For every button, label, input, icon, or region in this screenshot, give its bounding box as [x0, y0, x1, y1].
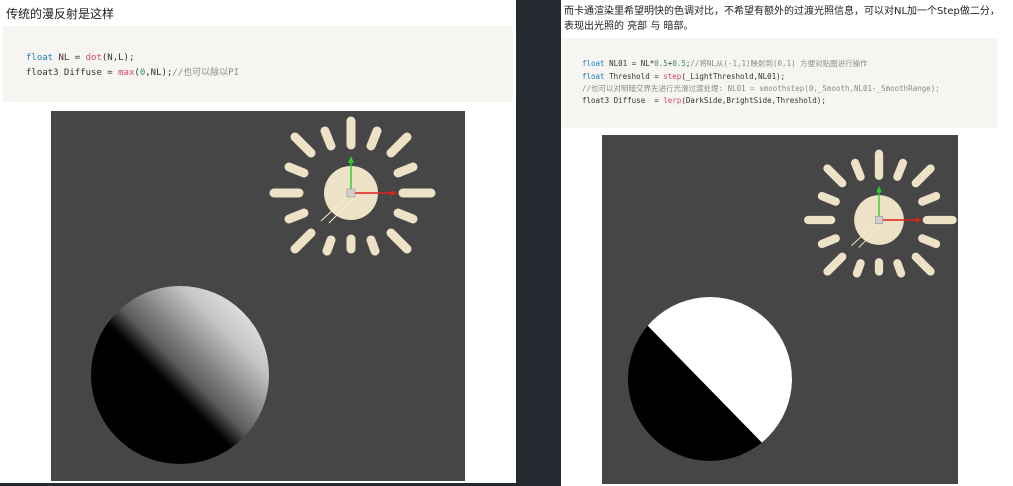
code-line: float3 Diffuse = lerp(DarkSide,BrightSid…	[582, 95, 826, 108]
code-comment: //将NL从(-1,1)映射到(0,1) 方便对贴图进行操作	[690, 59, 868, 68]
code-number: 0.5	[654, 59, 668, 68]
code-text: (_LightThreshold,NL01);	[681, 72, 786, 81]
code-comment: //也可以对明暗交界先进行光滑过渡处理: NL01 = smoothstep(0…	[582, 84, 940, 93]
toon-sphere[interactable]	[622, 285, 832, 465]
code-comment: //也可以除以PI	[172, 68, 240, 78]
code-function: dot	[85, 53, 102, 63]
code-text: (DarkSide,BrightSide,Threshold);	[681, 96, 826, 105]
right-article-panel: 而卡通渲染里希望明快的色调对比，不希望有额外的过渡光照信息，可以对NL加一个St…	[561, 0, 1013, 486]
code-keyword: float	[582, 72, 605, 81]
scene-viewport-lambert[interactable]	[51, 111, 465, 481]
directional-light-icon[interactable]	[269, 116, 436, 256]
scene-viewport-toon[interactable]	[602, 135, 958, 484]
lambert-sphere[interactable]	[91, 286, 269, 464]
code-keyword: float	[26, 53, 54, 63]
code-text: float3 Diffuse =	[26, 68, 119, 78]
code-function: step	[663, 72, 682, 81]
code-line: float NL01 = NL*0.5+0.5;//将NL从(-1,1)映射到(…	[582, 58, 868, 71]
directional-light-icon[interactable]	[804, 149, 957, 278]
code-block[interactable]: float NL01 = NL*0.5+0.5;//将NL从(-1,1)映射到(…	[561, 38, 998, 128]
code-text: NL =	[53, 53, 86, 63]
code-text: NL01 = NL*	[604, 59, 655, 68]
left-article-panel: 传统的漫反射是这样 float NL = dot(N,L); float3 Di…	[0, 0, 516, 483]
section-heading: 传统的漫反射是这样	[6, 7, 115, 21]
code-keyword: float	[582, 59, 605, 68]
code-function: max	[118, 68, 135, 78]
code-text: (N,L);	[101, 53, 135, 63]
code-line: //也可以对明暗交界先进行光滑过渡处理: NL01 = smoothstep(0…	[582, 83, 940, 96]
code-text: Threshold =	[604, 72, 664, 81]
code-line: float Threshold = step(_LightThreshold,N…	[582, 71, 785, 84]
code-block[interactable]: float NL = dot(N,L); float3 Diffuse = ma…	[3, 26, 513, 102]
code-function: lerp	[663, 96, 682, 105]
code-text: ,NL);	[145, 68, 173, 78]
code-number: 0.5	[672, 59, 686, 68]
code-line: float NL = dot(N,L);	[26, 51, 134, 66]
section-paragraph: 而卡通渲染里希望明快的色调对比，不希望有额外的过渡光照信息，可以对NL加一个St…	[564, 6, 1000, 32]
code-line: float3 Diffuse = max(0,NL);//也可以除以PI	[26, 66, 239, 81]
code-text: float3 Diffuse =	[582, 96, 664, 105]
